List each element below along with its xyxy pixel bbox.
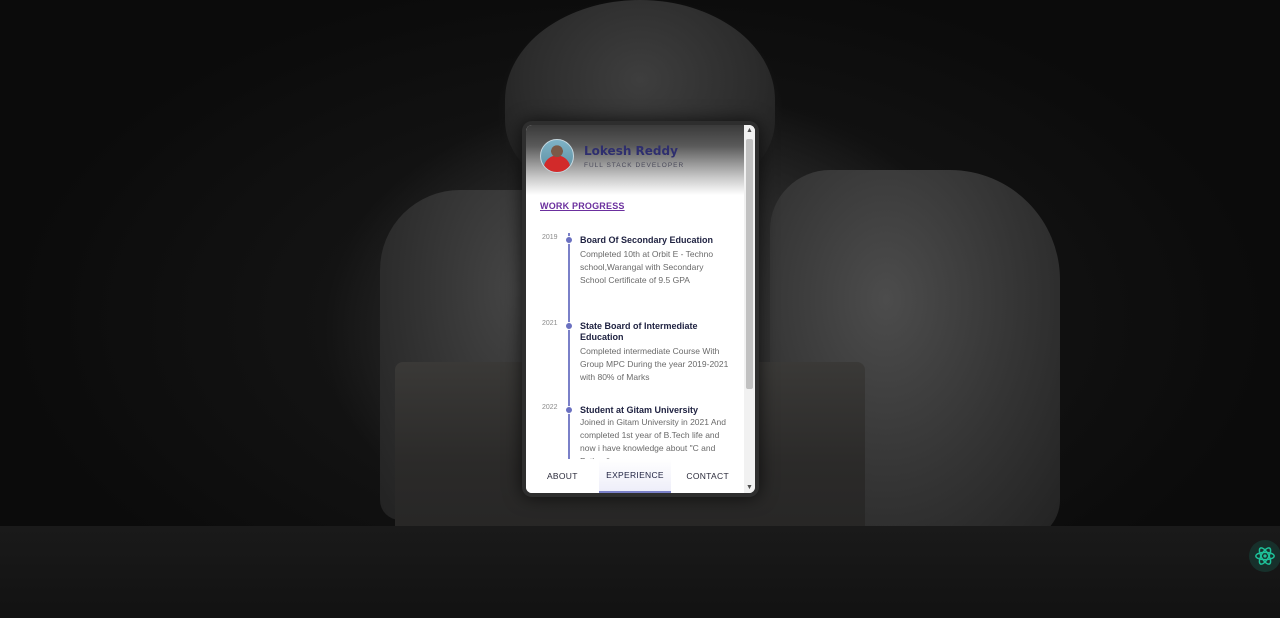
timeline-title: Student at Gitam University bbox=[580, 405, 699, 415]
section-title: WORK PROGRESS bbox=[540, 201, 625, 211]
profile-role: FULL STACK DEVELOPER bbox=[584, 162, 685, 169]
profile-card: Lokesh Reddy FULL STACK DEVELOPER WORK P… bbox=[522, 121, 759, 497]
timeline-dot bbox=[565, 236, 573, 244]
background-desk bbox=[0, 526, 1280, 618]
timeline-year: 2021 bbox=[542, 320, 558, 327]
timeline: 2019 Board Of Secondary Education Comple… bbox=[526, 225, 744, 465]
scroll-down-icon[interactable]: ▼ bbox=[744, 482, 755, 493]
atom-icon bbox=[1255, 547, 1275, 565]
timeline-dot bbox=[565, 406, 573, 414]
scroll-up-icon[interactable]: ▲ bbox=[744, 125, 755, 136]
timeline-title: State Board of Intermediate Education bbox=[580, 321, 698, 342]
timeline-item: 2019 Board Of Secondary Education Comple… bbox=[526, 231, 744, 311]
avatar bbox=[540, 139, 574, 173]
timeline-item: 2021 State Board of Intermediate Educati… bbox=[526, 317, 744, 397]
timeline-description: Completed intermediate Course With Group… bbox=[580, 346, 729, 382]
scrollbar-thumb[interactable] bbox=[746, 139, 753, 389]
timeline-description: Joined in Gitam University in 2021 And c… bbox=[580, 417, 726, 465]
card-header: Lokesh Reddy FULL STACK DEVELOPER bbox=[526, 125, 744, 195]
scrollbar[interactable]: ▲ ▼ bbox=[744, 125, 755, 493]
timeline-year: 2022 bbox=[542, 404, 558, 411]
profile-name: Lokesh Reddy bbox=[584, 144, 678, 158]
profile-card-content: Lokesh Reddy FULL STACK DEVELOPER WORK P… bbox=[526, 125, 755, 493]
chat-widget-button[interactable] bbox=[1249, 540, 1280, 572]
tab-experience[interactable]: EXPERIENCE bbox=[598, 459, 672, 493]
bottom-nav: ABOUT EXPERIENCE CONTACT bbox=[526, 459, 744, 493]
tab-contact[interactable]: CONTACT bbox=[671, 459, 744, 493]
timeline-year: 2019 bbox=[542, 234, 558, 241]
timeline-item: 2022 Student at Gitam University Joined … bbox=[526, 401, 744, 465]
timeline-description: Completed 10th at Orbit E - Techno schoo… bbox=[580, 249, 714, 285]
timeline-dot bbox=[565, 322, 573, 330]
timeline-title: Board Of Secondary Education bbox=[580, 235, 714, 245]
tab-about[interactable]: ABOUT bbox=[526, 459, 599, 493]
